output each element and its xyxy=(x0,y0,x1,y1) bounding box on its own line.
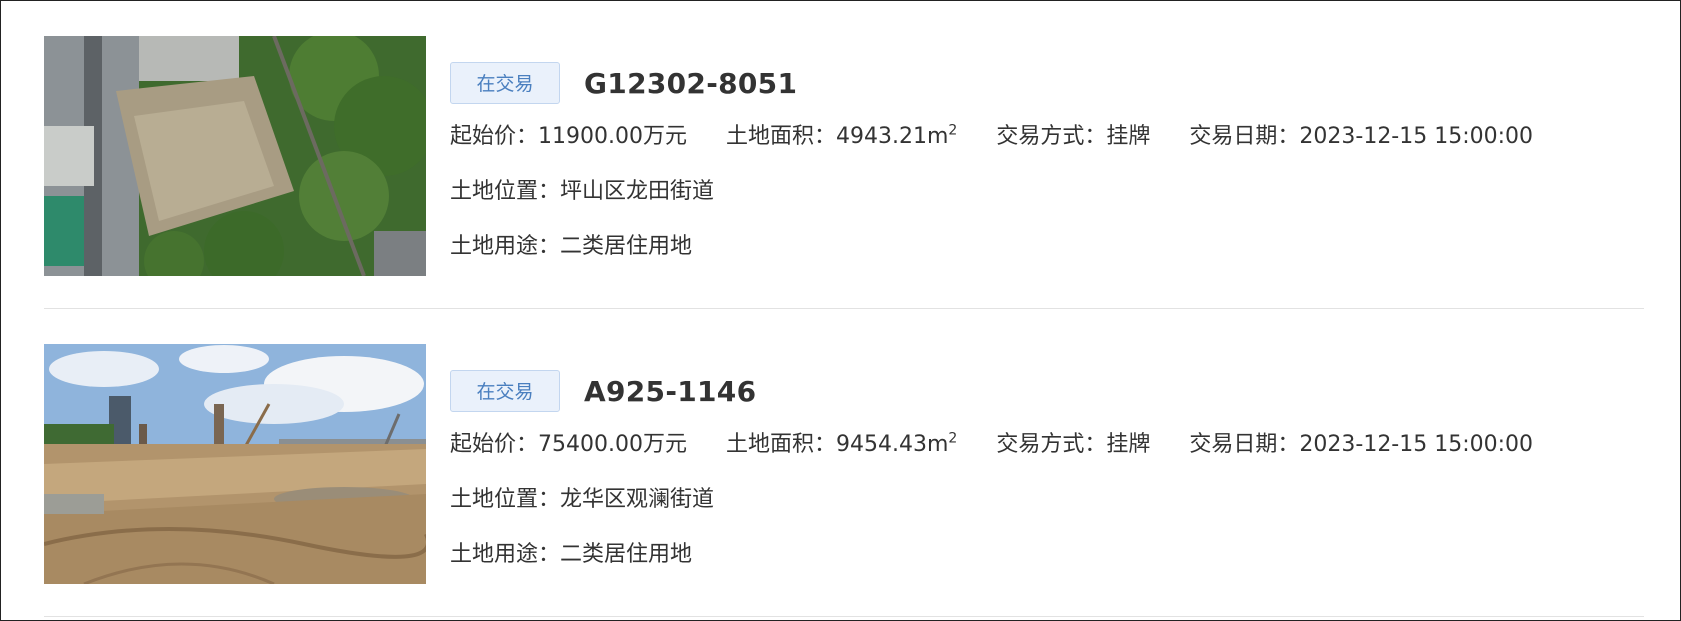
land-usage-label: 土地用途： xyxy=(450,542,561,567)
land-area-label: 土地面积： xyxy=(726,432,837,457)
trade-date-field: 交易日期：2023-12-15 15:00:00 xyxy=(1189,117,1533,157)
start-price-value: 75400.00万元 xyxy=(538,432,687,457)
land-usage-label: 土地用途： xyxy=(450,234,561,259)
status-badge: 在交易 xyxy=(450,370,560,412)
start-price-field: 起始价：75400.00万元 xyxy=(450,425,687,465)
trade-method-field: 交易方式：挂牌 xyxy=(996,117,1150,157)
land-usage-row: 土地用途：二类居住用地 xyxy=(450,227,1630,267)
land-area-field: 土地面积：9454.43m2 xyxy=(726,425,957,465)
trade-method-label: 交易方式： xyxy=(996,432,1107,457)
page-frame: 在交易 G12302-8051 起始价：11900.00万元 土地面积：4943… xyxy=(0,0,1681,621)
land-listing-card[interactable]: 在交易 G12302-8051 起始价：11900.00万元 土地面积：4943… xyxy=(44,36,1644,276)
land-location-row: 土地位置：龙华区观澜街道 xyxy=(450,480,1630,520)
start-price-value: 11900.00万元 xyxy=(538,124,687,149)
land-area-value: 9454.43m xyxy=(836,432,949,457)
land-area-field: 土地面积：4943.21m2 xyxy=(726,117,957,157)
land-location-value: 龙华区观澜街道 xyxy=(560,487,715,512)
trade-method-value: 挂牌 xyxy=(1106,432,1151,457)
listing-info: 在交易 A925-1146 起始价：75400.00万元 土地面积：9454.4… xyxy=(450,369,1630,575)
land-aerial-photo[interactable] xyxy=(44,36,426,276)
trade-method-field: 交易方式：挂牌 xyxy=(996,425,1150,465)
land-location-row: 土地位置：坪山区龙田街道 xyxy=(450,172,1630,212)
area-unit-superscript: 2 xyxy=(948,122,958,139)
land-location-label: 土地位置： xyxy=(450,179,561,204)
trade-method-value: 挂牌 xyxy=(1106,124,1151,149)
trade-date-label: 交易日期： xyxy=(1189,124,1300,149)
construction-site-photo[interactable] xyxy=(44,344,426,584)
listing-info: 在交易 G12302-8051 起始价：11900.00万元 土地面积：4943… xyxy=(450,61,1630,267)
trade-method-label: 交易方式： xyxy=(996,124,1107,149)
listing-meta-row: 起始价：75400.00万元 土地面积：9454.43m2 交易方式：挂牌 交易… xyxy=(450,425,1630,465)
land-parcel-code[interactable]: G12302-8051 xyxy=(584,67,797,100)
trade-date-value: 2023-12-15 15:00:00 xyxy=(1299,124,1534,149)
land-location-label: 土地位置： xyxy=(450,487,561,512)
land-usage-row: 土地用途：二类居住用地 xyxy=(450,535,1630,575)
land-parcel-code[interactable]: A925-1146 xyxy=(584,375,756,408)
listing-divider xyxy=(44,616,1644,617)
land-location-value: 坪山区龙田街道 xyxy=(560,179,715,204)
listing-title-row: 在交易 A925-1146 xyxy=(450,369,1630,413)
area-unit-superscript: 2 xyxy=(948,430,958,447)
trade-date-value: 2023-12-15 15:00:00 xyxy=(1299,432,1534,457)
land-area-label: 土地面积： xyxy=(726,124,837,149)
land-usage-value: 二类居住用地 xyxy=(560,234,693,259)
start-price-label: 起始价： xyxy=(450,432,539,457)
listing-meta-row: 起始价：11900.00万元 土地面积：4943.21m2 交易方式：挂牌 交易… xyxy=(450,117,1630,157)
listing-divider xyxy=(44,308,1644,309)
land-area-value: 4943.21m xyxy=(836,124,949,149)
status-badge: 在交易 xyxy=(450,62,560,104)
start-price-field: 起始价：11900.00万元 xyxy=(450,117,687,157)
trade-date-field: 交易日期：2023-12-15 15:00:00 xyxy=(1189,425,1533,465)
land-listing-card[interactable]: 在交易 A925-1146 起始价：75400.00万元 土地面积：9454.4… xyxy=(44,344,1644,584)
trade-date-label: 交易日期： xyxy=(1189,432,1300,457)
listing-title-row: 在交易 G12302-8051 xyxy=(450,61,1630,105)
land-usage-value: 二类居住用地 xyxy=(560,542,693,567)
start-price-label: 起始价： xyxy=(450,124,539,149)
